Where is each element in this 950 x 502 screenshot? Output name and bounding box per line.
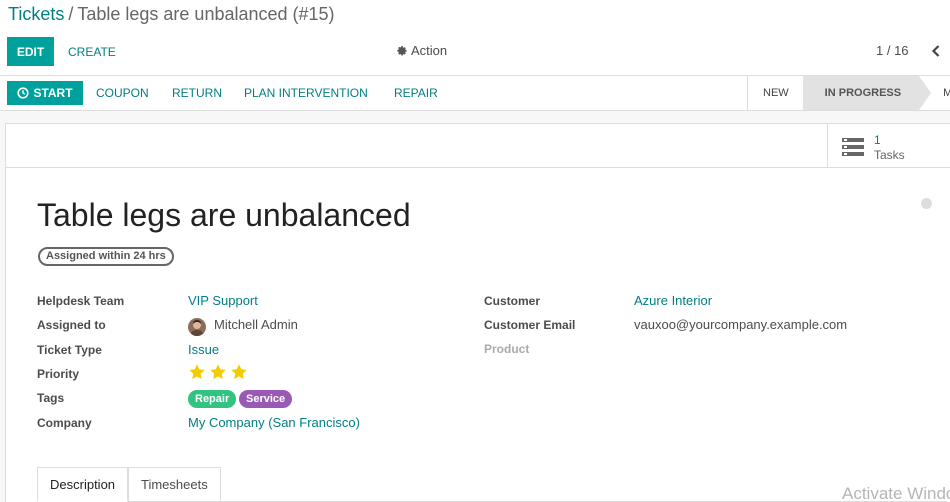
control-panel: Tickets / Table legs are unbalanced (#15) … xyxy=(0,0,950,76)
breadcrumb-separator: / xyxy=(68,4,74,24)
sla-badge: Assigned within 24 hrs xyxy=(38,247,174,266)
action-label: Action xyxy=(411,43,448,58)
breadcrumb-current: Table legs are unbalanced (#15) xyxy=(77,4,335,24)
company-value[interactable]: My Company (San Francisco) xyxy=(188,415,360,430)
clock-icon xyxy=(17,87,30,99)
tab-description[interactable]: Description xyxy=(37,467,129,502)
tags-label: Tags xyxy=(37,391,65,405)
coupon-button[interactable]: COUPON xyxy=(96,81,149,105)
company-label: Company xyxy=(37,416,92,430)
ticket-type-value[interactable]: Issue xyxy=(188,342,219,357)
product-label: Product xyxy=(484,342,530,356)
repair-button[interactable]: REPAIR xyxy=(394,81,438,105)
start-button[interactable]: START xyxy=(7,81,83,105)
star-icon[interactable] xyxy=(188,363,206,381)
priority-stars xyxy=(188,363,248,381)
tasks-smart-button[interactable]: 1 Tasks xyxy=(827,124,950,168)
action-menu[interactable]: Action xyxy=(396,43,447,58)
stage-in-progress[interactable]: IN PROGRESS xyxy=(802,76,932,110)
ticket-type-label: Ticket Type xyxy=(37,343,102,357)
stage-statusbar: NEW IN PROGRESS MORE xyxy=(747,76,950,110)
form-sheet: 1 Tasks Table legs are unbalanced Assign… xyxy=(5,123,950,502)
plan-intervention-button[interactable]: PLAN INTERVENTION xyxy=(244,81,368,105)
tag-repair[interactable]: Repair xyxy=(188,390,237,408)
helpdesk-team-value[interactable]: VIP Support xyxy=(188,293,258,308)
tasks-icon xyxy=(842,138,864,156)
create-button[interactable]: CREATE xyxy=(60,37,124,66)
start-label: START xyxy=(33,86,73,100)
activation-watermark: Activate Windows xyxy=(842,484,950,502)
button-box: 1 Tasks xyxy=(6,124,950,168)
assigned-to-value[interactable]: Mitchell Admin xyxy=(214,317,298,332)
pager-value[interactable]: 1 / 16 xyxy=(876,43,909,58)
breadcrumb: Tickets / Table legs are unbalanced (#15) xyxy=(8,4,335,25)
tag-service[interactable]: Service xyxy=(239,390,293,408)
avatar xyxy=(188,318,206,336)
pager-previous-button[interactable] xyxy=(927,40,945,62)
customer-email-label: Customer Email xyxy=(484,318,576,332)
return-button[interactable]: RETURN xyxy=(172,81,222,105)
edit-button[interactable]: EDIT xyxy=(7,37,54,66)
ticket-title: Table legs are unbalanced xyxy=(37,197,411,233)
tasks-count: 1 xyxy=(874,133,881,147)
gear-icon xyxy=(397,45,407,55)
customer-email-value[interactable]: vauxoo@yourcompany.example.com xyxy=(634,317,847,332)
breadcrumb-tickets-link[interactable]: Tickets xyxy=(8,4,64,24)
form-statusbar: START COUPON RETURN PLAN INTERVENTION RE… xyxy=(0,76,950,111)
chevron-left-icon xyxy=(931,45,940,57)
notebook-tabs: Description Timesheets xyxy=(37,467,947,502)
star-icon[interactable] xyxy=(209,363,227,381)
assigned-to-label: Assigned to xyxy=(37,318,106,332)
tab-timesheets[interactable]: Timesheets xyxy=(128,467,221,502)
customer-value[interactable]: Azure Interior xyxy=(634,293,712,308)
kanban-state-indicator[interactable] xyxy=(921,198,932,209)
tasks-label: Tasks xyxy=(874,148,905,162)
stage-new[interactable]: NEW xyxy=(748,76,803,110)
customer-label: Customer xyxy=(484,294,541,308)
star-icon[interactable] xyxy=(230,363,248,381)
priority-label: Priority xyxy=(37,367,80,381)
helpdesk-team-label: Helpdesk Team xyxy=(37,294,125,308)
